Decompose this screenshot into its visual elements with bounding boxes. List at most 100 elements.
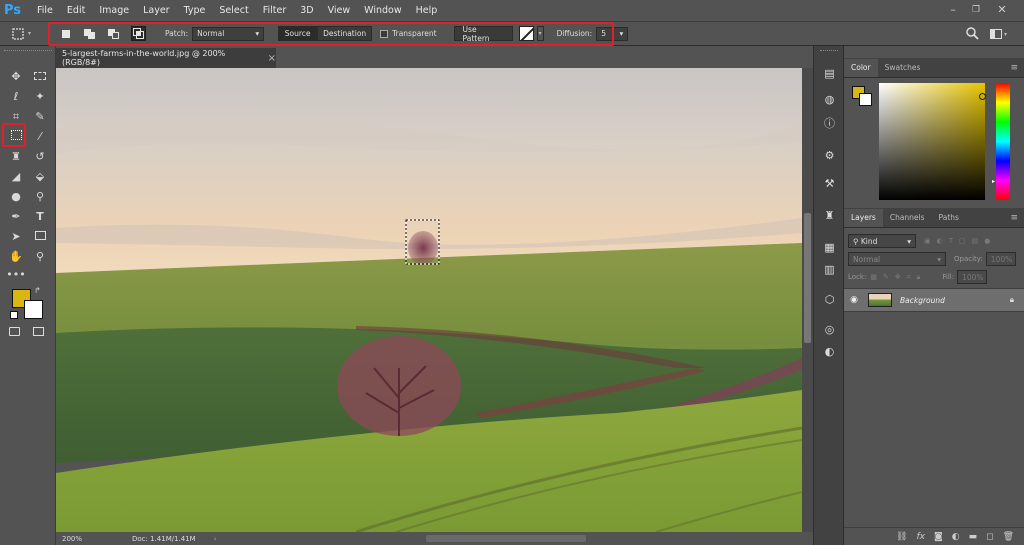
history-brush-tool-icon[interactable]: ↺ (30, 148, 50, 166)
paint-bucket-tool-icon[interactable]: ⬙ (30, 168, 50, 186)
new-group-icon[interactable]: ▬ (969, 532, 978, 542)
zoom-level[interactable]: 200% (62, 535, 122, 543)
adjustment-layer-icon[interactable]: ◐ (952, 532, 960, 542)
layer-kind-dropdown[interactable]: ⚲ Kind ▾ (848, 234, 916, 248)
panel-menu-icon[interactable]: ≡ (1010, 59, 1018, 77)
eraser-tool-icon[interactable]: ◢ (6, 168, 26, 186)
status-menu-arrow[interactable]: › (214, 535, 217, 543)
eyedropper-tool-icon[interactable]: ✎ (30, 108, 50, 126)
canvas-vertical-scrollbar[interactable] (802, 68, 813, 532)
document-canvas[interactable] (56, 68, 802, 532)
hue-slider[interactable]: ▸ (992, 83, 1010, 200)
notes-panel-icon[interactable]: ▥ (822, 262, 837, 277)
type-filter-icon[interactable]: T (949, 237, 953, 245)
menu-filter[interactable]: Filter (256, 0, 294, 21)
actions-panel-icon[interactable]: ⚙ (822, 148, 837, 163)
swap-colors-icon[interactable]: ↱ (34, 286, 41, 295)
trash-icon[interactable]: 🗑︎ (1003, 532, 1014, 542)
menu-view[interactable]: View (321, 0, 358, 21)
opacity-value: 100% (990, 254, 1013, 264)
clone-source-icon[interactable]: ♜ (822, 208, 837, 223)
type-tool-icon[interactable]: T (30, 208, 50, 226)
adjustments-panel-icon[interactable]: ◐ (822, 344, 837, 359)
libraries-panel-icon[interactable]: ◎ (822, 322, 837, 337)
quick-mask-icon[interactable] (4, 324, 24, 342)
pen-tool-icon[interactable]: ✒ (6, 208, 26, 226)
search-button[interactable] (965, 26, 981, 42)
pixel-filter-icon[interactable]: ▣ (924, 237, 931, 245)
minimize-button[interactable]: – (943, 0, 963, 21)
info-panel-icon[interactable]: ⓘ (822, 116, 837, 131)
bg-color-chip[interactable] (859, 93, 872, 106)
magic-wand-tool-icon[interactable]: ✦ (30, 88, 50, 106)
menu-type[interactable]: Type (177, 0, 213, 21)
lock-transparency-icon[interactable]: ▦ (870, 273, 877, 281)
lasso-tool-icon[interactable]: ℓ (6, 88, 26, 106)
zoom-tool-icon[interactable]: ⚲ (30, 248, 50, 266)
path-selection-tool-icon[interactable]: ➤ (6, 228, 26, 246)
screen-mode-icon[interactable] (28, 324, 48, 342)
color-picker-marker[interactable] (979, 93, 986, 100)
document-tab[interactable]: 5-largest-farms-in-the-world.jpg @ 200% … (56, 48, 276, 68)
filter-toggle-icon[interactable]: ● (984, 237, 990, 245)
layer-row-background[interactable]: ◉ Background 🔒︎ (844, 288, 1024, 312)
saturation-brightness-field[interactable] (879, 83, 986, 200)
opacity-field[interactable]: 100% (985, 252, 1016, 266)
scrollbar-thumb[interactable] (804, 213, 811, 343)
tool-preset-picker[interactable]: ▾ (10, 26, 40, 42)
lock-position-icon[interactable]: ✥ (895, 273, 901, 281)
menu-file[interactable]: File (30, 0, 60, 21)
fx-icon[interactable]: fx (916, 532, 925, 542)
lock-all-icon[interactable]: 🔒︎ (917, 273, 921, 282)
tab-channels[interactable]: Channels (883, 209, 932, 227)
restore-button[interactable]: ❐ (966, 0, 986, 21)
3d-panel-icon[interactable]: ⬡ (822, 292, 837, 307)
default-colors-icon[interactable] (10, 311, 18, 319)
menu-image[interactable]: Image (92, 0, 136, 21)
blend-mode-dropdown[interactable]: Normal ▾ (848, 252, 946, 266)
blur-tool-icon[interactable]: ● (6, 188, 26, 206)
menu-select[interactable]: Select (212, 0, 255, 21)
menu-window[interactable]: Window (357, 0, 408, 21)
lock-pixels-icon[interactable]: ✎ (883, 273, 889, 281)
tab-paths[interactable]: Paths (932, 209, 966, 227)
menu-edit[interactable]: Edit (60, 0, 92, 21)
adjustment-filter-icon[interactable]: ◐ (937, 237, 943, 245)
brush-tool-icon[interactable]: ⁄ (30, 128, 50, 146)
dodge-tool-icon[interactable]: ⚲ (30, 188, 50, 206)
close-window-button[interactable]: ✕ (992, 0, 1012, 21)
character-panel-icon[interactable]: ◍ (822, 92, 837, 107)
history-panel-icon[interactable]: ▤ (822, 66, 837, 81)
new-layer-icon[interactable]: ◻ (986, 532, 993, 542)
hand-tool-icon[interactable]: ✋ (6, 248, 26, 266)
workspace-switcher[interactable]: ▾ (990, 27, 1014, 41)
chevron-down-icon: ▾ (937, 254, 941, 264)
tab-layers[interactable]: Layers (844, 209, 883, 227)
panel-menu-icon[interactable]: ≡ (1010, 209, 1018, 227)
fill-field[interactable]: 100% (957, 270, 988, 284)
more-tools-icon[interactable]: ••• (6, 266, 26, 284)
eye-visibility-icon[interactable]: ◉ (844, 295, 864, 305)
move-tool-icon[interactable]: ✥ (6, 68, 26, 86)
layer-name[interactable]: Background (900, 296, 945, 305)
tab-swatches[interactable]: Swatches (878, 59, 928, 77)
close-document-icon[interactable]: × (268, 53, 276, 64)
add-mask-icon[interactable]: ◙ (934, 532, 943, 542)
menu-layer[interactable]: Layer (136, 0, 177, 21)
chevron-down-icon: ▾ (1004, 30, 1008, 38)
tool-presets-icon[interactable]: ⚒ (822, 176, 837, 191)
link-layers-icon[interactable]: ⛓ (896, 532, 907, 542)
rectangle-tool-icon[interactable] (30, 228, 50, 246)
shape-filter-icon[interactable]: ▢ (959, 237, 966, 245)
menu-3d[interactable]: 3D (293, 0, 320, 21)
hue-slider-handle[interactable]: ▸ (992, 178, 995, 185)
menu-help[interactable]: Help (409, 0, 445, 21)
background-color-swatch[interactable] (24, 300, 43, 319)
clone-stamp-tool-icon[interactable]: ♜ (6, 148, 26, 166)
smart-object-filter-icon[interactable]: ▤ (972, 237, 979, 245)
paragraph-panel-icon[interactable]: ▦ (822, 240, 837, 255)
marquee-tool-icon[interactable] (30, 68, 50, 86)
lock-artboard-icon[interactable]: ⌗ (907, 273, 911, 282)
tab-color[interactable]: Color (844, 59, 878, 77)
horizontal-scrollbar[interactable] (426, 535, 586, 542)
